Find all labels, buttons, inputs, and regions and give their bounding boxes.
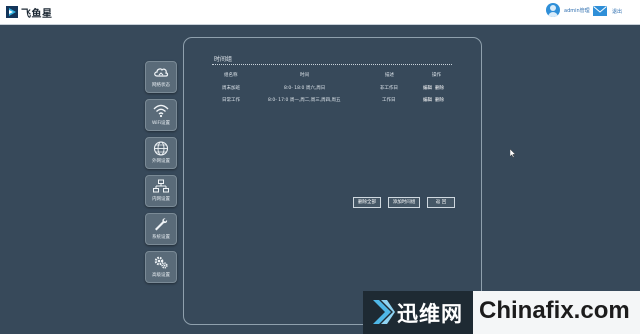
- nav-label: 高级设置: [152, 273, 170, 278]
- watermark: 迅维网 Chinafix.com: [363, 291, 640, 334]
- nav-wan-settings[interactable]: 外网设置: [145, 137, 177, 169]
- divider: [212, 64, 452, 65]
- column-header-actions: 操作: [432, 73, 441, 78]
- watermark-logo-icon: [373, 300, 395, 324]
- watermark-dark-block: 迅维网: [363, 291, 473, 334]
- top-bar: 飞鱼星 admin管理 退出: [0, 0, 640, 25]
- nav-label: 系统设置: [152, 235, 170, 240]
- time-group-panel: 时间组 组名称 时间 描述 操作 周末加班 8:0- 18:0 周六,周日 非工…: [183, 37, 482, 325]
- delete-all-button[interactable]: 删除全部: [353, 197, 381, 208]
- delete-link[interactable]: 删除: [435, 85, 444, 91]
- user-menu[interactable]: admin管理: [546, 3, 590, 17]
- edit-link[interactable]: 编辑: [423, 97, 432, 103]
- cloud-icon: [154, 68, 169, 77]
- nav-advanced-settings[interactable]: 高级设置: [145, 251, 177, 283]
- brand-mark-icon: [6, 6, 18, 18]
- wifi-icon: [153, 104, 169, 118]
- row-desc: 工作日: [382, 98, 396, 103]
- nav-label: WiFi设置: [151, 121, 171, 126]
- wrench-icon: [155, 218, 168, 231]
- globe-icon: [153, 141, 169, 156]
- nav-label: 网络状态: [152, 83, 170, 88]
- avatar: [546, 3, 560, 17]
- user-label: admin管理: [564, 7, 590, 14]
- logout-link[interactable]: 退出: [612, 8, 622, 15]
- gears-icon: [154, 256, 168, 269]
- add-time-group-button[interactable]: 添加时间组: [388, 197, 420, 208]
- network-icon: [153, 179, 169, 193]
- brand-logo[interactable]: 飞鱼星: [6, 5, 53, 20]
- edit-link[interactable]: 编辑: [423, 85, 432, 91]
- nav-lan-settings[interactable]: 内网设置: [145, 175, 177, 207]
- row-name: 周末加班: [222, 86, 240, 91]
- row-name: 日常工作: [222, 98, 240, 103]
- mail-icon[interactable]: [593, 6, 607, 16]
- row-time: 8:0- 18:0 周六,周日: [284, 86, 326, 91]
- watermark-light-block: Chinafix.com: [473, 291, 640, 334]
- column-header-desc: 描述: [385, 73, 394, 78]
- row-time: 8:0- 17:0 周一,周二,周三,周四,周五: [268, 98, 341, 103]
- nav-label: 内网设置: [152, 197, 170, 202]
- mouse-cursor-icon: [510, 149, 516, 158]
- back-button[interactable]: 返 回: [427, 197, 455, 208]
- nav-wifi-settings[interactable]: WiFi设置: [145, 99, 177, 131]
- nav-label: 外网设置: [152, 159, 170, 164]
- column-header-name: 组名称: [224, 73, 238, 78]
- nav-network-status[interactable]: 网络状态: [145, 61, 177, 93]
- delete-link[interactable]: 删除: [435, 97, 444, 103]
- panel-title: 时间组: [214, 56, 233, 63]
- column-header-time: 时间: [300, 73, 309, 78]
- watermark-cn-text: 迅维网: [397, 302, 463, 326]
- nav-system-settings[interactable]: 系统设置: [145, 213, 177, 245]
- brand-name: 飞鱼星: [21, 8, 53, 20]
- watermark-en-text: Chinafix.com: [479, 297, 630, 324]
- row-desc: 非工作日: [380, 86, 398, 91]
